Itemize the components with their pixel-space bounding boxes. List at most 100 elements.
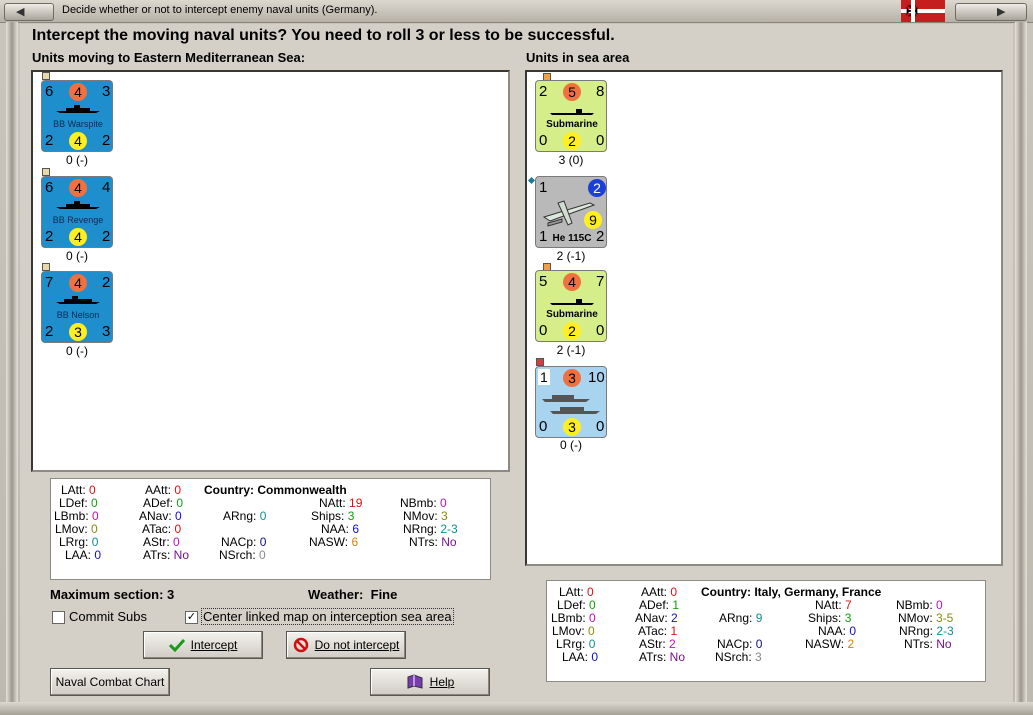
window-title: Decide whether or not to intercept enemy… (62, 4, 378, 16)
stat-nasw: NASW: 2 (805, 637, 855, 651)
unit-stat: 0 (596, 322, 605, 339)
unit-stat: 3 (102, 323, 111, 340)
unit-defense: 3 (563, 418, 581, 436)
unit-stat: 1 (538, 369, 550, 385)
unit-marker (42, 72, 50, 80)
unit-stat: 7 (45, 274, 54, 291)
unit-counter-revenge[interactable]: 6 4 4 BB Revenge 2 4 2 (41, 176, 113, 248)
left-border (6, 22, 18, 702)
unit-attack: 3 (563, 369, 581, 387)
unit-defense: 2 (563, 322, 581, 340)
stat-aatt: AAtt: 0 (145, 483, 182, 497)
stat-adef: ADef: 0 (143, 496, 184, 510)
unit-stat: 10 (588, 369, 605, 386)
unit-counter-submarine[interactable]: 2 5 8 Submarine 0 2 0 (535, 80, 607, 152)
unit-attack: 4 (69, 179, 87, 197)
stat-lbmb: LBmb: 0 (54, 509, 99, 523)
country-line: Country: Commonwealth (204, 483, 347, 497)
stat-nsrch: NSrch: 3 (715, 650, 762, 664)
title-right-handle[interactable] (955, 3, 1027, 21)
moving-units-list[interactable]: 6 4 3 BB Warspite 2 4 2 0 (-) 6 4 4 BB R… (31, 70, 510, 472)
germany-flag-icon: ✠ (901, 0, 945, 22)
unit-stat: 6 (45, 179, 54, 196)
stat-nmov: NMov: 3 (403, 509, 448, 523)
unit-marker (536, 358, 544, 366)
do-not-intercept-button[interactable]: Do not intercept (286, 631, 406, 659)
stat-latt: LAtt: 0 (61, 483, 96, 497)
center-map-checkbox[interactable]: ✓ (185, 611, 198, 624)
unit-stat: 2 (102, 274, 111, 291)
unit-stat: 2 (102, 228, 111, 245)
battleship-icon (56, 296, 100, 304)
unit-count: 0 (-) (66, 153, 88, 167)
commit-subs-label[interactable]: Commit Subs (69, 609, 147, 624)
stat-adef: ADef: 1 (639, 598, 680, 612)
intercept-label: Intercept (190, 638, 238, 652)
stat-lmov: LMov: 0 (55, 522, 98, 536)
unit-attack: 4 (69, 83, 87, 101)
title-left-handle[interactable] (4, 3, 54, 21)
arrow-right-icon: ▶ (997, 6, 1006, 18)
stat-nasw: NASW: 6 (309, 535, 359, 549)
stat-astr: AStr: 2 (639, 637, 676, 651)
sea-area-units-label: Units in sea area (526, 50, 630, 65)
unit-counter-nelson[interactable]: 7 4 2 BB Nelson 2 3 3 (41, 271, 113, 343)
stat-ldef: LDef: 0 (59, 496, 98, 510)
stat-astr: AStr: 0 (143, 535, 180, 549)
weather: Weather: Fine (308, 587, 398, 602)
unit-defense: 2 (563, 132, 581, 150)
selection-marker-icon (527, 176, 536, 185)
unit-name: BB Nelson (56, 310, 100, 320)
unit-stat: 2 (539, 83, 548, 100)
unit-stat: 1 (539, 179, 548, 196)
battleship-icon (56, 105, 100, 113)
stat-nrng: NRng: 2-3 (899, 624, 954, 638)
stat-arng: ARng: 9 (719, 611, 763, 625)
stat-anav: ANav: 2 (635, 611, 678, 625)
center-map-label[interactable]: Center linked map on interception sea ar… (201, 608, 454, 625)
stat-aatt: AAtt: 0 (641, 585, 678, 599)
naval-combat-chart-button[interactable]: Naval Combat Chart (50, 668, 170, 696)
unit-count: 0 (-) (66, 344, 88, 358)
country-line: Country: Italy, Germany, France (701, 585, 882, 599)
commit-subs-checkbox[interactable] (52, 611, 65, 624)
unit-attack: 5 (563, 83, 581, 101)
naval-combat-chart-label: Naval Combat Chart (55, 675, 165, 689)
unit-defense: 4 (69, 132, 87, 150)
convoy-ships-icon (542, 395, 600, 414)
stat-naa: NAA: 0 (818, 624, 857, 638)
unit-counter-he115c[interactable]: 1 2 9 1 He 115C 2 (535, 176, 607, 248)
unit-stat: 7 (596, 273, 605, 290)
unit-counter-warspite[interactable]: 6 4 3 BB Warspite 2 4 2 (41, 80, 113, 152)
stat-nbmb: NBmb: 0 (400, 496, 447, 510)
unit-marker (42, 168, 50, 176)
stat-nbmb: NBmb: 0 (896, 598, 943, 612)
bottom-border (0, 702, 1033, 715)
sea-area-units-list[interactable]: 2 5 8 Submarine 0 2 0 3 (0) 1 2 9 1 He 1… (525, 70, 1003, 566)
unit-name: BB Warspite (53, 119, 103, 129)
unit-name: Submarine (546, 309, 598, 320)
unit-stat: 2 (45, 132, 54, 149)
book-icon (407, 674, 423, 689)
intercept-button[interactable]: Intercept (143, 631, 263, 659)
unit-stat: 2 (45, 228, 54, 245)
unit-name: BB Revenge (52, 215, 104, 225)
unit-stat: 3 (102, 83, 111, 100)
unit-stat: 0 (539, 418, 548, 435)
title-bar[interactable]: ◀ Decide whether or not to intercept ene… (0, 0, 1033, 23)
attacker-stats-panel: LAtt: 0 LDef: 0 LBmb: 0 LMov: 0 LRrg: 0 … (50, 478, 491, 580)
help-button[interactable]: Help (370, 668, 490, 696)
right-border (1015, 22, 1027, 702)
unit-stat: 0 (539, 132, 548, 149)
unit-count: 2 (-1) (556, 343, 586, 357)
unit-counter-submarine[interactable]: 5 4 7 Submarine 0 2 0 (535, 270, 607, 342)
unit-stat: 5 (539, 273, 548, 290)
unit-stat: 0 (596, 132, 605, 149)
unit-name: Submarine (546, 119, 598, 130)
unit-counter-convoy[interactable]: 1 3 10 0 3 0 (535, 366, 607, 438)
unit-stat: 0 (596, 418, 605, 435)
stat-ldef: LDef: 0 (557, 598, 596, 612)
stat-lrrg: LRrg: 0 (556, 637, 596, 651)
unit-marker (42, 263, 50, 271)
stat-atac: ATac: 1 (638, 624, 678, 638)
